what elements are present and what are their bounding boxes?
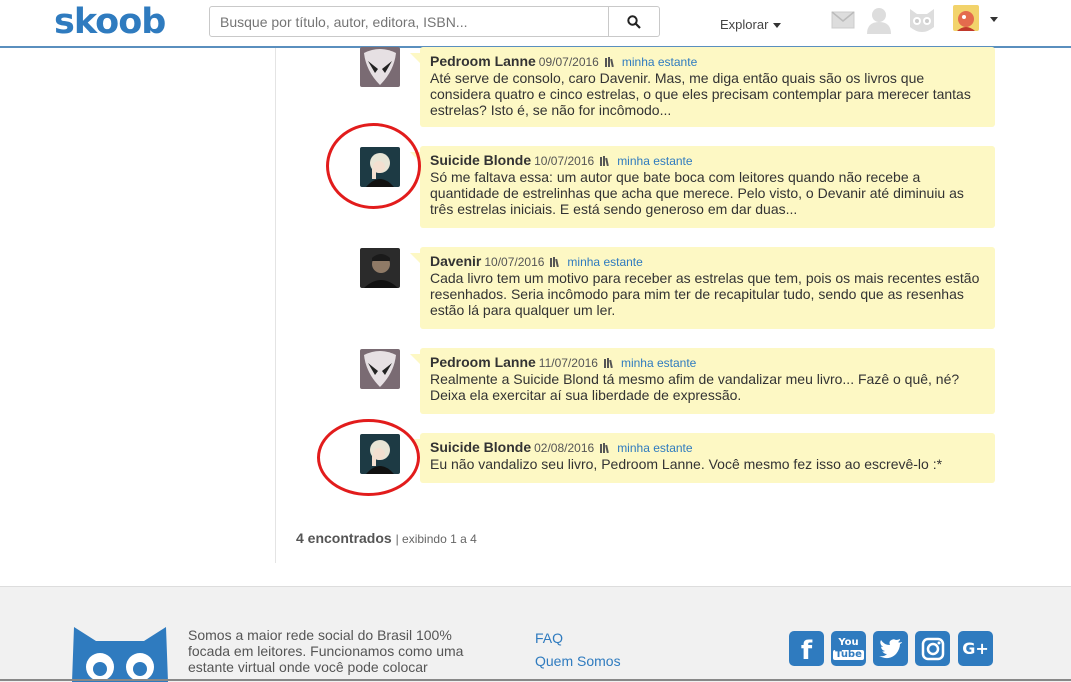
skoob-logo[interactable]: skoob [54,2,166,42]
bookshelf-icon [600,443,609,453]
comment-author[interactable]: Pedroom Lanne [430,354,536,370]
comment-author[interactable]: Suicide Blonde [430,439,531,455]
profile-avatar[interactable] [953,5,979,31]
comment-date: 11/07/2016 [538,356,598,370]
comment-text: Cada livro tem um motivo para receber as… [430,270,980,318]
results-counter: 4 encontrados | exibindo 1 a 4 [296,530,477,546]
instagram-camera-glyph [921,637,944,660]
alien-avatar-image [360,349,400,389]
comment-text: Eu não vandalizo seu livro, Pedroom Lann… [430,456,943,472]
search-input[interactable] [209,6,609,37]
shelf-link[interactable]: minha estante [617,154,692,168]
comment-text: Realmente a Suicide Blond tá mesmo afim … [430,371,960,403]
comment-date: 10/07/2016 [534,154,595,168]
shelf-link[interactable]: minha estante [621,356,696,370]
profile-avatar-image [953,5,979,31]
comment-bubble: Pedroom Lanne 11/07/2016 minha estante Rea… [410,348,995,414]
comment-author[interactable]: Davenir [430,253,481,269]
facebook-icon[interactable]: f [789,631,824,666]
results-showing: | exibindo 1 a 4 [395,532,477,546]
google-plus-icon[interactable]: G+ [958,631,993,666]
shelf-link[interactable]: minha estante [622,55,697,69]
avatar[interactable] [360,47,400,87]
comment-bubble: Davenir 10/07/2016 minha estante Cada livr… [410,247,995,329]
highlight-circle [317,419,420,496]
man-avatar-image [360,248,400,288]
footer-link-faq[interactable]: FAQ [535,630,563,646]
footer-link-about[interactable]: Quem Somos [535,653,621,669]
comment-bubble: Pedroom Lanne 09/07/2016 minha estante Até… [410,47,995,127]
bookshelf-icon [603,358,613,368]
comment-bubble: Suicide Blonde 10/07/2016 minha estante Só… [410,146,995,228]
footer: Somos a maior rede social do Brasil 100%… [0,586,1071,682]
bookshelf-icon [550,257,560,267]
twitter-icon[interactable] [873,631,908,666]
twitter-bird-glyph [878,638,902,658]
comment-date: 10/07/2016 [484,255,545,269]
bookshelf-icon [600,156,609,166]
youtube-icon[interactable]: You Tube [831,631,866,666]
top-navbar: skoob Explorar [0,0,1071,48]
comment-bubble: Suicide Blonde 02/08/2016 minha estante Eu… [410,433,995,483]
search-icon [627,14,641,29]
results-count: 4 encontrados [296,530,392,546]
shelf-link[interactable]: minha estante [617,441,692,455]
comment-author[interactable]: Pedroom Lanne [430,53,536,69]
chevron-down-icon [773,23,782,29]
avatar[interactable] [360,349,400,389]
mail-icon[interactable] [831,11,855,29]
user-icon[interactable] [865,6,893,34]
comment-date: 09/07/2016 [538,55,599,69]
alien-avatar-image [360,47,400,87]
footer-about: Somos a maior rede social do Brasil 100%… [188,627,464,675]
explore-label: Explorar [720,17,769,32]
shelf-link[interactable]: minha estante [567,255,642,269]
comment-author[interactable]: Suicide Blonde [430,152,531,168]
avatar[interactable] [360,248,400,288]
skoob-owl-logo-icon [72,627,168,682]
owl-icon[interactable] [908,7,936,35]
sidebar-divider [275,48,276,563]
comment-date: 02/08/2016 [534,441,595,455]
explore-menu[interactable]: Explorar [720,17,782,32]
profile-chevron-icon[interactable] [990,17,998,22]
instagram-icon[interactable] [915,631,950,666]
bookshelf-icon [604,57,614,67]
comment-text: Até serve de consolo, caro Davenir. Mas,… [430,70,971,118]
comment-text: Só me faltava essa: um autor que bate bo… [430,169,964,217]
search-button[interactable] [609,6,660,37]
highlight-circle [326,123,421,209]
